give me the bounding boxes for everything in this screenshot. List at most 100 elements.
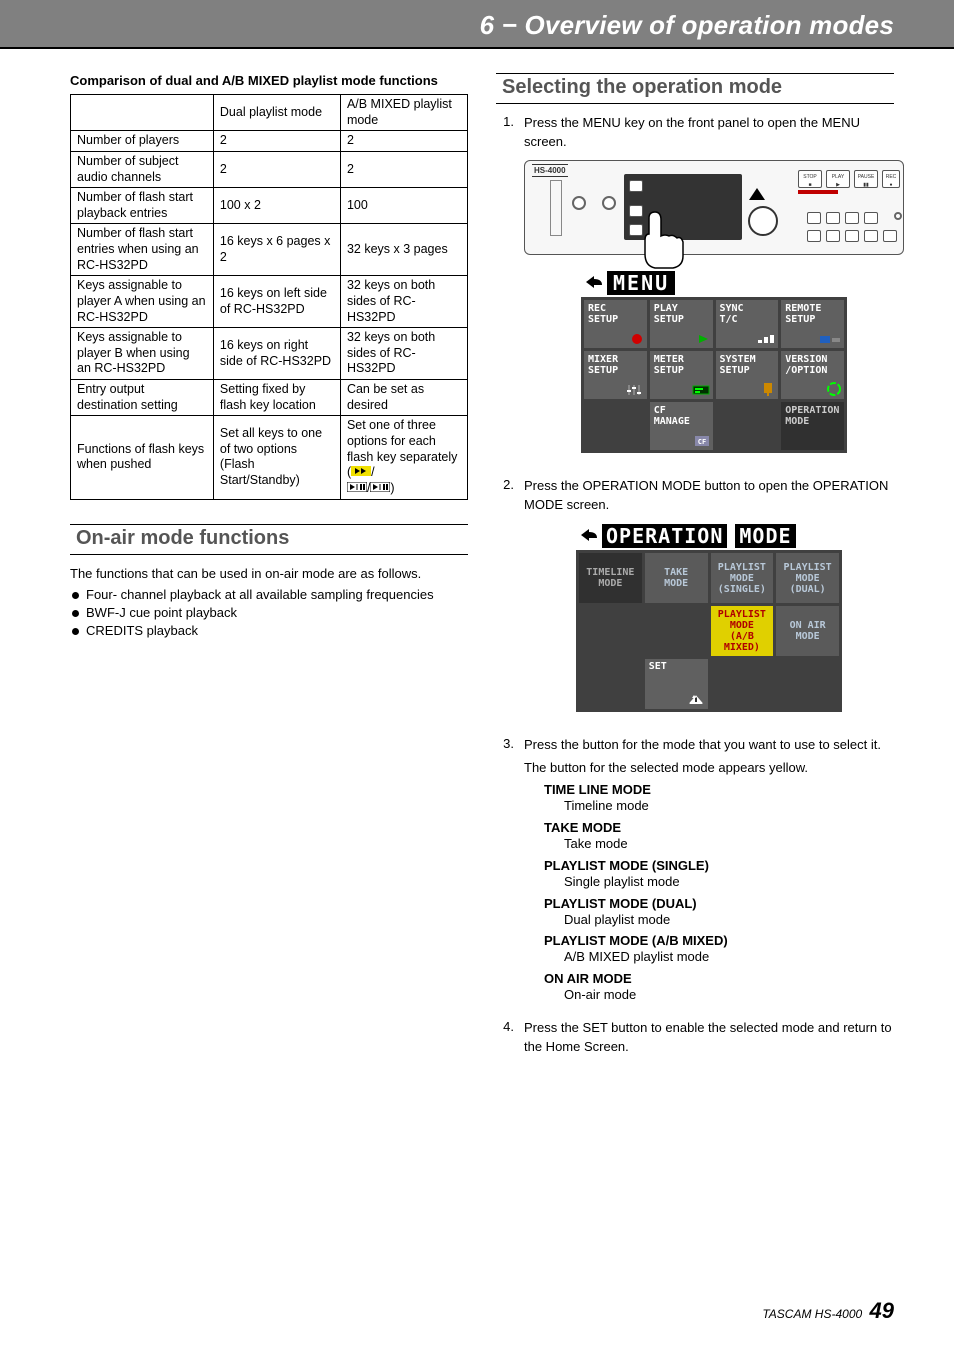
step-number: 2. [496, 477, 514, 727]
table-row: Functions of flash keys when pushed Set … [71, 416, 468, 499]
table-head-cell: A/B MIXED playlist mode [340, 95, 467, 131]
meter-icon [692, 384, 710, 396]
step-number: 4. [496, 1019, 514, 1061]
stop-button-icon: STOP■ [798, 170, 822, 188]
selecting-heading: Selecting the operation mode [496, 73, 894, 104]
table-row: Keys assignable to player A when using a… [71, 276, 468, 328]
table-row: Number of subject audio channels22 [71, 151, 468, 187]
menu-screenshot: MENU RECSETUPPLAYSETUPSYNCT/CREMOTESETUP… [581, 269, 847, 453]
system-icon [761, 382, 775, 396]
step-text: The button for the selected mode appears… [524, 759, 894, 778]
step-text: Press the button for the mode that you w… [524, 736, 894, 755]
menu-title-text: MENU [607, 271, 675, 295]
operation-title-bar: OPERATION MODE [576, 522, 842, 550]
onair-list: Four- channel playback at all available … [70, 587, 468, 638]
mode-label: PLAYLIST MODE (SINGLE) [524, 858, 894, 873]
mode-label: PLAYLIST MODE (DUAL) [524, 896, 894, 911]
svg-text:CF: CF [697, 438, 705, 446]
step-text: Press the SET button to enable the selec… [524, 1019, 894, 1057]
device-illustration: HS-4000 STOP■ PLAY▶ PAUSE▮▮ REC● [524, 160, 904, 255]
step-2: 2. Press the OPERATION MODE button to op… [496, 477, 894, 727]
mode-description: Single playlist mode [524, 873, 894, 892]
table-row: Number of flash start entries when using… [71, 224, 468, 276]
version-icon [827, 382, 841, 396]
rec-button-icon: REC● [882, 170, 900, 188]
pause-button-icon: PAUSE▮▮ [854, 170, 878, 188]
table-row: Number of players22 [71, 131, 468, 152]
operation-title-a: OPERATION [602, 524, 727, 548]
page-footer: TASCAM HS-4000 49 [762, 1298, 894, 1324]
back-arrow-icon [583, 271, 605, 295]
onair-intro: The functions that can be used in on-air… [70, 565, 468, 584]
mode-label: TIME LINE MODE [524, 782, 894, 797]
table-row: Keys assignable to player B when using a… [71, 328, 468, 380]
list-item: BWF-J cue point playback [70, 605, 468, 620]
operation-mode-screenshot: OPERATION MODE TIMELINEMODETAKEMODEPLAYL… [576, 522, 842, 712]
menu-title-bar: MENU [581, 269, 847, 297]
menu-button[interactable]: REMOTESETUP [781, 300, 844, 348]
menu-button[interactable]: SYNCT/C [716, 300, 779, 348]
table-cell-text: Set one of three options for each flash … [347, 418, 457, 463]
back-arrow-icon [578, 524, 600, 548]
remote-icon [819, 333, 841, 345]
operation-mode-button[interactable]: TAKEMODE [645, 553, 708, 603]
mode-description: Take mode [524, 835, 894, 854]
onair-heading: On-air mode functions [70, 524, 468, 555]
table-row: Number of flash start playback entries10… [71, 188, 468, 224]
menu-button[interactable]: MIXERSETUP [584, 351, 647, 399]
menu-button[interactable]: VERSION/OPTION [781, 351, 844, 399]
step-number: 1. [496, 114, 514, 467]
step-text: Press the OPERATION MODE button to open … [524, 477, 894, 515]
play-button-icon: PLAY▶ [826, 170, 850, 188]
mode-label: TAKE MODE [524, 820, 894, 835]
mode-description: On-air mode [524, 986, 894, 1005]
play-pause-icon [370, 481, 390, 497]
menu-button[interactable]: SYSTEMSETUP [716, 351, 779, 399]
rec-icon [630, 333, 644, 345]
mixer-icon [626, 384, 644, 396]
operation-title-b: MODE [735, 524, 795, 548]
table-row: Dual playlist mode A/B MIXED playlist mo… [71, 95, 468, 131]
list-item: CREDITS playback [70, 623, 468, 638]
cf-icon: CF [694, 435, 710, 447]
step-number: 3. [496, 736, 514, 1009]
page-header: 6 − Overview of operation modes [0, 0, 954, 49]
mode-description: A/B MIXED playlist mode [524, 948, 894, 967]
step-3: 3. Press the button for the mode that yo… [496, 736, 894, 1009]
flash-play-icon [351, 465, 371, 481]
operation-mode-button[interactable]: TIMELINEMODE [579, 553, 642, 603]
mode-label: PLAYLIST MODE (A/B MIXED) [524, 933, 894, 948]
set-button[interactable]: SET [645, 659, 708, 709]
step-text: Press the MENU key on the front panel to… [524, 114, 904, 152]
list-item: Four- channel playback at all available … [70, 587, 468, 602]
menu-button[interactable]: METERSETUP [650, 351, 713, 399]
play-icon [696, 333, 710, 345]
menu-button[interactable]: RECSETUP [584, 300, 647, 348]
operation-mode-button[interactable]: PLAYLISTMODE(A/B MIXED) [711, 606, 774, 656]
mode-label: ON AIR MODE [524, 971, 894, 986]
table-head-cell: Dual playlist mode [213, 95, 340, 131]
page-number: 49 [870, 1298, 894, 1323]
operation-mode-button[interactable]: PLAYLISTMODE(DUAL) [776, 553, 839, 603]
step-1: 1. Press the MENU key on the front panel… [496, 114, 894, 467]
sync-icon [757, 333, 775, 345]
table-row: Entry output destination settingSetting … [71, 380, 468, 416]
operation-mode-button[interactable]: PLAYLISTMODE(SINGLE) [711, 553, 774, 603]
menu-button[interactable]: CFMANAGECF [650, 402, 713, 450]
pointing-hand-icon [639, 210, 687, 273]
menu-button[interactable]: PLAYSETUP [650, 300, 713, 348]
menu-button[interactable]: OPERATIONMODE [781, 402, 844, 450]
mode-description: Dual playlist mode [524, 911, 894, 930]
table-head-cell [71, 95, 214, 131]
comparison-heading: Comparison of dual and A/B MIXED playlis… [70, 73, 468, 88]
play-pause-icon [347, 481, 367, 497]
device-model-label: HS-4000 [532, 164, 568, 177]
footer-brand: TASCAM HS-4000 [762, 1307, 862, 1321]
comparison-table: Dual playlist mode A/B MIXED playlist mo… [70, 94, 468, 500]
step-4: 4. Press the SET button to enable the se… [496, 1019, 894, 1061]
page-title: 6 − Overview of operation modes [0, 10, 894, 41]
mode-description: Timeline mode [524, 797, 894, 816]
operation-mode-button[interactable]: ON AIRMODE [776, 606, 839, 656]
left-column: Comparison of dual and A/B MIXED playlis… [70, 73, 468, 1071]
right-column: Selecting the operation mode 1. Press th… [496, 73, 894, 1071]
